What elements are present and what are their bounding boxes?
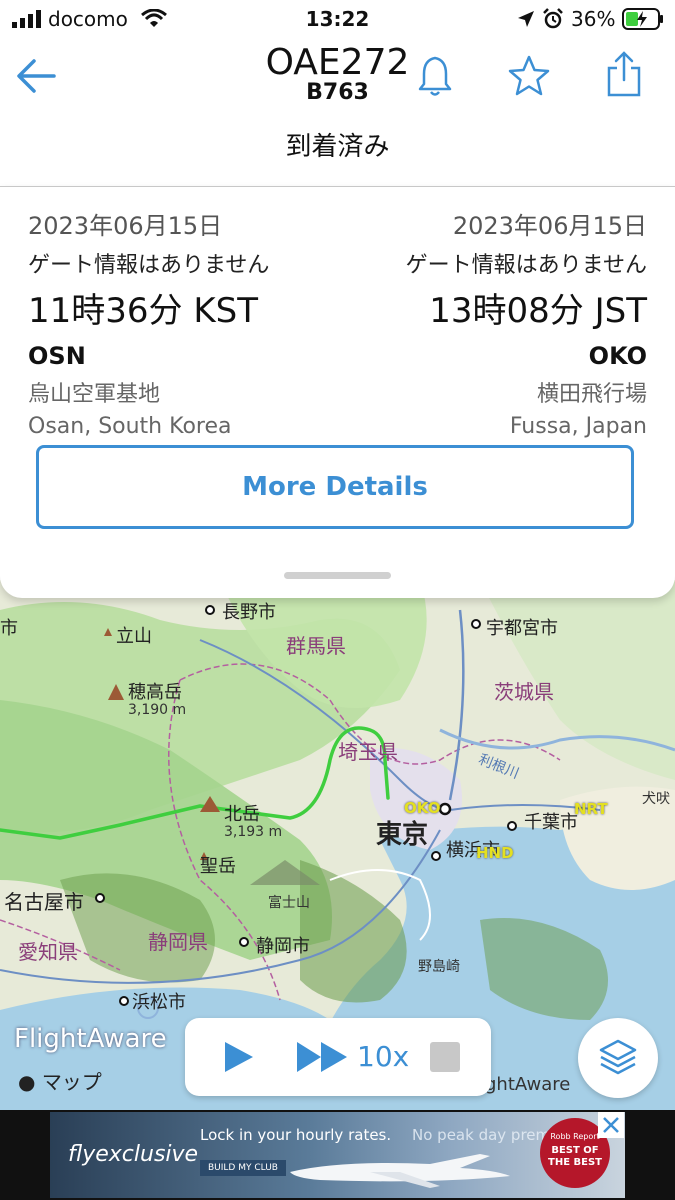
departure-gate: ゲート情報はありません	[28, 253, 270, 278]
playback-controls: 10x	[185, 1018, 491, 1096]
departure-date: 2023年06月15日	[28, 212, 223, 240]
flightaware-logo: FlightAware	[14, 1024, 167, 1054]
map-label-shizuoka-city: 静岡市	[256, 936, 310, 957]
map-provider-label: マップ	[41, 1070, 102, 1094]
arrival-info: 2023年06月15日 ゲート情報はありません 13時08分 JST	[327, 206, 647, 332]
alarm-icon	[543, 8, 563, 29]
map-label-hotaka: 穂高岳	[128, 682, 182, 703]
map-label-tateyama: 立山	[116, 626, 152, 647]
arrival-city: Fussa, Japan	[509, 414, 647, 439]
close-icon	[603, 1117, 619, 1133]
map-label-chiba: 千葉市	[524, 812, 578, 833]
arrival-code: OKO	[588, 342, 647, 370]
map-label-hijiridake: 聖岳	[200, 856, 236, 877]
apple-maps-attribution[interactable]: ● マップ	[18, 1066, 102, 1095]
ad-badge-title: BEST OF THE BEST	[548, 1145, 602, 1168]
stop-icon[interactable]	[429, 1041, 461, 1073]
map-label-hamamatsu: 浜松市	[132, 992, 186, 1013]
map-attribution-text[interactable]: ightAware	[480, 1074, 570, 1095]
map-label-gunma: 群馬県	[286, 634, 346, 658]
map-label-tokyo: 東京	[376, 820, 429, 850]
ad-banner[interactable]: flyexclusive Lock in your hourly rates. …	[0, 1110, 675, 1200]
map-label-ibaraki: 茨城県	[494, 680, 554, 704]
departure-airport-name: 烏山空軍基地	[28, 382, 161, 407]
map-label-nagano: 長野市	[222, 602, 276, 623]
map-label-inubo: 犬吠	[642, 791, 670, 807]
map-label-kitadake: 北岳	[224, 804, 260, 825]
layers-icon	[599, 1039, 637, 1075]
share-icon[interactable]	[604, 50, 644, 98]
battery-charging-icon	[622, 8, 663, 30]
ad-brand-logo: flyexclusive	[68, 1142, 199, 1167]
play-icon[interactable]	[223, 1040, 255, 1074]
map-label-hotaka-elev: 3,190 m	[128, 702, 187, 718]
arrival-time: 13時08分 JST	[429, 291, 647, 331]
sheet-grabber[interactable]	[284, 572, 391, 579]
jet-icon	[290, 1154, 510, 1188]
map-label-fuji: 富士山	[268, 895, 310, 911]
bell-icon[interactable]	[415, 54, 455, 98]
ad-close-button[interactable]	[598, 1112, 624, 1138]
map-label-nagoya: 名古屋市	[4, 890, 84, 914]
map-label-edge-city: 市	[0, 618, 18, 639]
fast-forward-icon[interactable]	[295, 1040, 349, 1074]
battery-percent: 36%	[571, 7, 616, 31]
map-label-kitadake-elev: 3,193 m	[224, 824, 283, 840]
departure-info: 2023年06月15日 ゲート情報はありません 11時36分 KST	[28, 206, 348, 332]
playback-speed[interactable]: 10x	[357, 1040, 409, 1073]
departure-code: OSN	[28, 342, 86, 370]
departure-city: Osan, South Korea	[28, 414, 232, 439]
map-label-saitama: 埼玉県	[338, 740, 398, 764]
divider	[0, 186, 675, 187]
departure-time: 11時36分 KST	[28, 291, 258, 331]
map-label-nojimazaki: 野島崎	[418, 959, 460, 975]
star-icon[interactable]	[507, 54, 551, 98]
map-label-utsunomiya: 宇都宮市	[486, 618, 558, 639]
more-details-button[interactable]: More Details	[36, 445, 634, 529]
arrival-airport-name: 横田飛行場	[536, 382, 647, 407]
flight-number: OAE272	[265, 42, 410, 83]
status-bar: docomo 13:22 36%	[0, 0, 675, 38]
departure-airport: OSN 烏山空軍基地 Osan, South Korea	[28, 342, 348, 439]
flight-header: OAE272 B763	[0, 38, 675, 116]
map-label-shizuoka-pref: 静岡県	[148, 930, 208, 954]
ad-creative[interactable]: flyexclusive Lock in your hourly rates. …	[50, 1112, 625, 1198]
map-label-hnd: HND	[476, 844, 514, 862]
arrival-date: 2023年06月15日	[452, 212, 647, 240]
map-label-nrt: NRT	[574, 800, 608, 818]
aircraft-type: B763	[306, 80, 369, 105]
location-arrow-icon	[518, 11, 534, 27]
apple-logo-icon: ●	[18, 1070, 36, 1094]
ad-cta[interactable]: BUILD MY CLUB	[200, 1160, 286, 1176]
arrival-gate: ゲート情報はありません	[405, 253, 647, 278]
map-label-aichi: 愛知県	[18, 940, 78, 964]
flight-info-card: 2023年06月15日 ゲート情報はありません 11時36分 KST 2023年…	[0, 186, 675, 598]
arrival-airport: OKO 横田飛行場 Fussa, Japan	[327, 342, 647, 439]
flight-status: 到着済み	[285, 132, 390, 162]
map-layers-button[interactable]	[578, 1018, 658, 1098]
